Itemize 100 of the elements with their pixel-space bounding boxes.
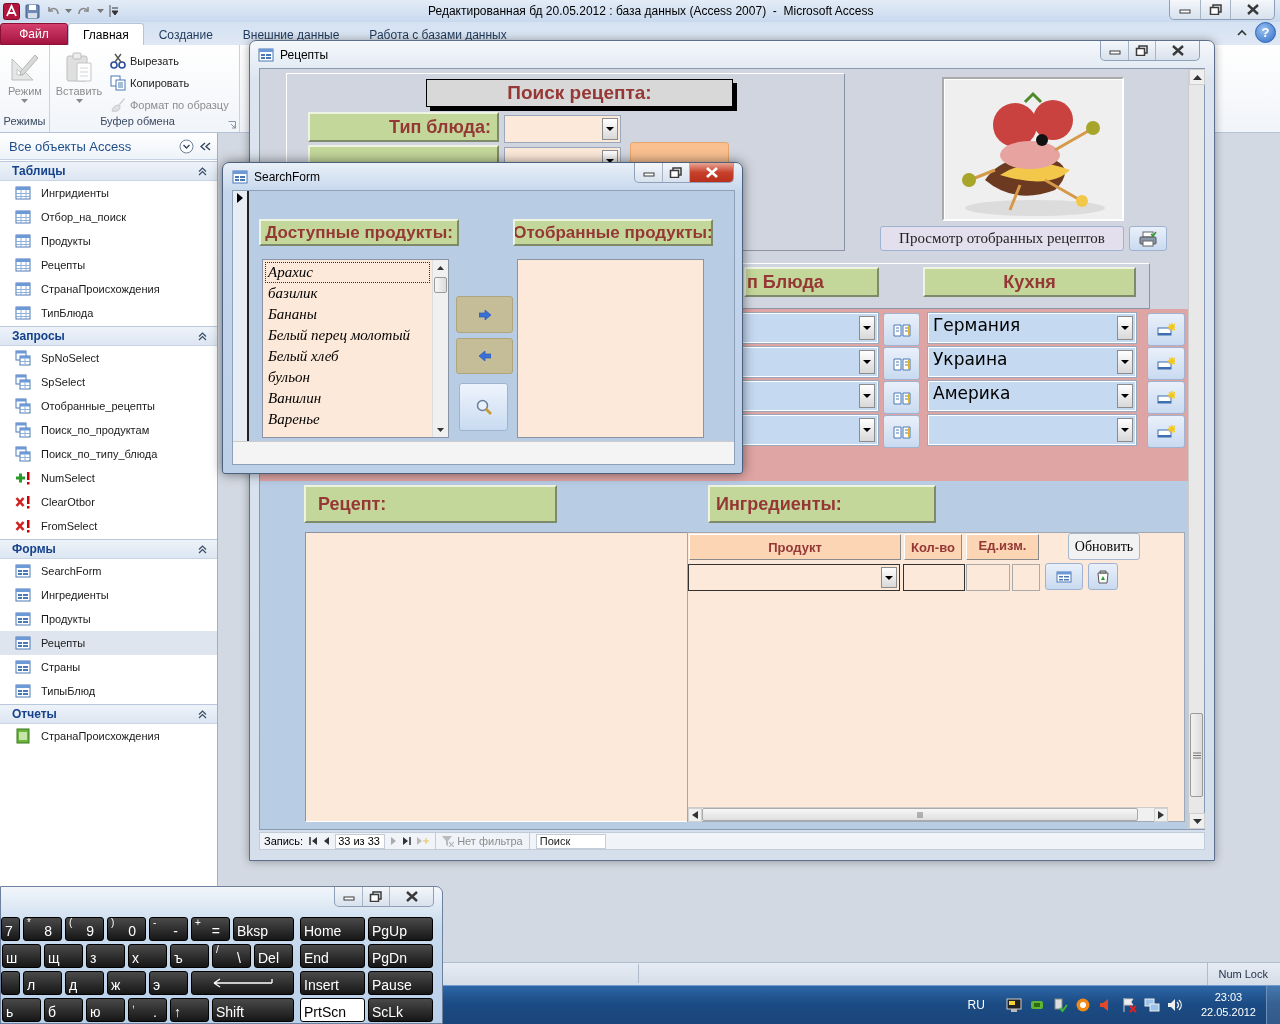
nav-item[interactable]: Рецепты bbox=[0, 631, 217, 655]
nav-item[interactable]: Страны bbox=[0, 655, 217, 679]
unit-cell[interactable] bbox=[966, 564, 1010, 591]
keyboard-key[interactable]: Insert bbox=[300, 971, 365, 995]
flag-cross-icon[interactable] bbox=[1120, 997, 1137, 1013]
keyboard-key[interactable]: д bbox=[65, 971, 104, 995]
keyboard-key[interactable]: ш bbox=[2, 944, 41, 968]
record-number-field[interactable]: 33 из 33 bbox=[335, 833, 386, 849]
keyboard-key[interactable]: / \ bbox=[212, 944, 251, 968]
list-item[interactable]: Ванилин bbox=[265, 388, 430, 409]
nav-item[interactable]: ClearOtbor bbox=[0, 490, 217, 514]
keyboard-key[interactable]: ж bbox=[107, 971, 146, 995]
ribbon-tab[interactable]: Работа с базами данных bbox=[354, 23, 522, 45]
nav-item[interactable]: СтранаПроисхождения bbox=[0, 277, 217, 301]
nav-item[interactable]: Отбор_на_поиск bbox=[0, 205, 217, 229]
scroll-right-button[interactable] bbox=[1154, 808, 1168, 822]
add-button[interactable] bbox=[456, 296, 513, 333]
nav-item[interactable]: Поиск_по_продуктам bbox=[0, 418, 217, 442]
nav-item[interactable]: Продукты bbox=[0, 229, 217, 253]
keyboard-key[interactable]: ) 0 bbox=[107, 917, 146, 941]
ribbon-button[interactable]: Вырезать bbox=[108, 51, 231, 70]
keyboard-key[interactable]: х bbox=[128, 944, 167, 968]
keyboard-key[interactable]: PgUp bbox=[368, 917, 433, 941]
keyboard-key[interactable]: + = bbox=[191, 917, 230, 941]
collapse-ribbon-icon[interactable] bbox=[1237, 29, 1247, 36]
country-dropdown[interactable]: Украина bbox=[928, 347, 1136, 377]
keyboard-key[interactable]: Bksp bbox=[233, 917, 294, 941]
keyboard-key[interactable]: з bbox=[86, 944, 125, 968]
clock[interactable]: 23:03 22.05.2012 bbox=[1190, 990, 1266, 1020]
recipe-text-field[interactable] bbox=[305, 532, 688, 822]
list-item[interactable]: Белый хлеб bbox=[265, 346, 430, 367]
new-record-button[interactable] bbox=[1147, 381, 1185, 414]
nav-item[interactable]: FromSelect bbox=[0, 514, 217, 538]
keyboard-key[interactable]: , . bbox=[128, 998, 167, 1022]
keyboard-key[interactable]: PgDn bbox=[368, 944, 433, 968]
keyboard-key[interactable]: щ bbox=[44, 944, 83, 968]
keyboard-key[interactable]: Pause bbox=[368, 971, 433, 995]
nav-item[interactable]: SpSelect bbox=[0, 370, 217, 394]
nav-item[interactable]: Продукты bbox=[0, 607, 217, 631]
selected-list[interactable] bbox=[517, 259, 704, 438]
list-item[interactable]: Арахис bbox=[265, 262, 430, 283]
edit-button[interactable] bbox=[1045, 563, 1083, 590]
group-header[interactable]: Таблицы bbox=[0, 161, 217, 181]
keyboard-key[interactable]: э bbox=[149, 971, 188, 995]
delete-button[interactable] bbox=[1088, 563, 1118, 590]
nav-item[interactable]: Отобранные_рецепты bbox=[0, 394, 217, 418]
scrollbar-thumb[interactable] bbox=[1190, 713, 1203, 797]
nav-item[interactable]: Рецепты bbox=[0, 253, 217, 277]
group-header[interactable]: Запросы bbox=[0, 326, 217, 346]
previous-record-button[interactable] bbox=[323, 837, 330, 845]
country-dropdown[interactable]: Германия bbox=[928, 313, 1136, 343]
list-item[interactable]: бульон bbox=[265, 367, 430, 388]
nav-item[interactable]: SpNoSelect bbox=[0, 346, 217, 370]
ribbon-button[interactable]: Копировать bbox=[108, 73, 231, 92]
language-indicator[interactable]: RU bbox=[967, 998, 999, 1012]
network-icon[interactable] bbox=[1143, 997, 1160, 1013]
keyboard-key[interactable]: Home bbox=[300, 917, 365, 941]
nav-item[interactable]: NumSelect bbox=[0, 466, 217, 490]
available-list[interactable]: Арахис базилик Бананы Белый перец молотый Белый хлеб бульон Ванилин Варенье bbox=[262, 259, 449, 438]
list-item[interactable]: Белый перец молотый bbox=[265, 325, 430, 346]
view-recipes-button[interactable]: Просмотр отобранных рецептов bbox=[880, 226, 1124, 251]
keyboard-key[interactable]: ъ bbox=[170, 944, 209, 968]
nav-item[interactable]: ТипыБлюд bbox=[0, 679, 217, 703]
keyboard-key[interactable]: 7 bbox=[1, 917, 20, 941]
scrollbar-thumb[interactable] bbox=[434, 277, 447, 293]
last-record-button[interactable] bbox=[403, 837, 412, 845]
file-tab[interactable]: Файл bbox=[0, 23, 68, 45]
ring-icon[interactable] bbox=[1074, 997, 1091, 1013]
nav-item[interactable]: ТипБлюда bbox=[0, 301, 217, 325]
dropdown-circle-icon[interactable] bbox=[179, 138, 194, 154]
scrollbar-thumb[interactable] bbox=[702, 808, 1138, 821]
scroll-left-button[interactable] bbox=[688, 808, 702, 822]
keyboard-key[interactable] bbox=[1, 971, 20, 995]
group-header[interactable]: Формы bbox=[0, 539, 217, 559]
keyboard-key[interactable]: л bbox=[23, 971, 62, 995]
scroll-down-button[interactable] bbox=[1189, 813, 1205, 829]
new-record-button[interactable] bbox=[1147, 313, 1185, 346]
keyboard-key[interactable]: ↑ bbox=[170, 998, 209, 1022]
country-dropdown[interactable]: Америка bbox=[928, 381, 1136, 411]
keyboard-key[interactable]: - - bbox=[149, 917, 188, 941]
first-record-button[interactable] bbox=[309, 837, 318, 845]
nav-item[interactable]: Поиск_по_типу_блюда bbox=[0, 442, 217, 466]
keyboard-key[interactable]: б bbox=[44, 998, 83, 1022]
list-item[interactable]: базилик bbox=[265, 283, 430, 304]
list-item[interactable]: Бананы bbox=[265, 304, 430, 325]
save-icon[interactable] bbox=[25, 3, 40, 19]
scroll-up-button[interactable] bbox=[1189, 69, 1205, 85]
keyboard-key[interactable]: ( 9 bbox=[65, 917, 104, 941]
ribbon-tab[interactable]: Внешние данные bbox=[227, 23, 355, 45]
close-button[interactable] bbox=[689, 163, 733, 182]
ribbon-tab[interactable]: Создание bbox=[143, 23, 228, 45]
nav-item[interactable]: SearchForm bbox=[0, 559, 217, 583]
collapse-pane-icon[interactable] bbox=[200, 141, 211, 151]
shield-check-icon[interactable] bbox=[1051, 997, 1068, 1013]
print-button[interactable] bbox=[1129, 226, 1167, 251]
monitor-icon[interactable] bbox=[1005, 997, 1022, 1013]
new-record-button[interactable] bbox=[1147, 347, 1185, 380]
filter-dropdown[interactable] bbox=[504, 115, 621, 143]
keyboard-key[interactable]: ю bbox=[86, 998, 125, 1022]
group-header[interactable]: Отчеты bbox=[0, 704, 217, 724]
